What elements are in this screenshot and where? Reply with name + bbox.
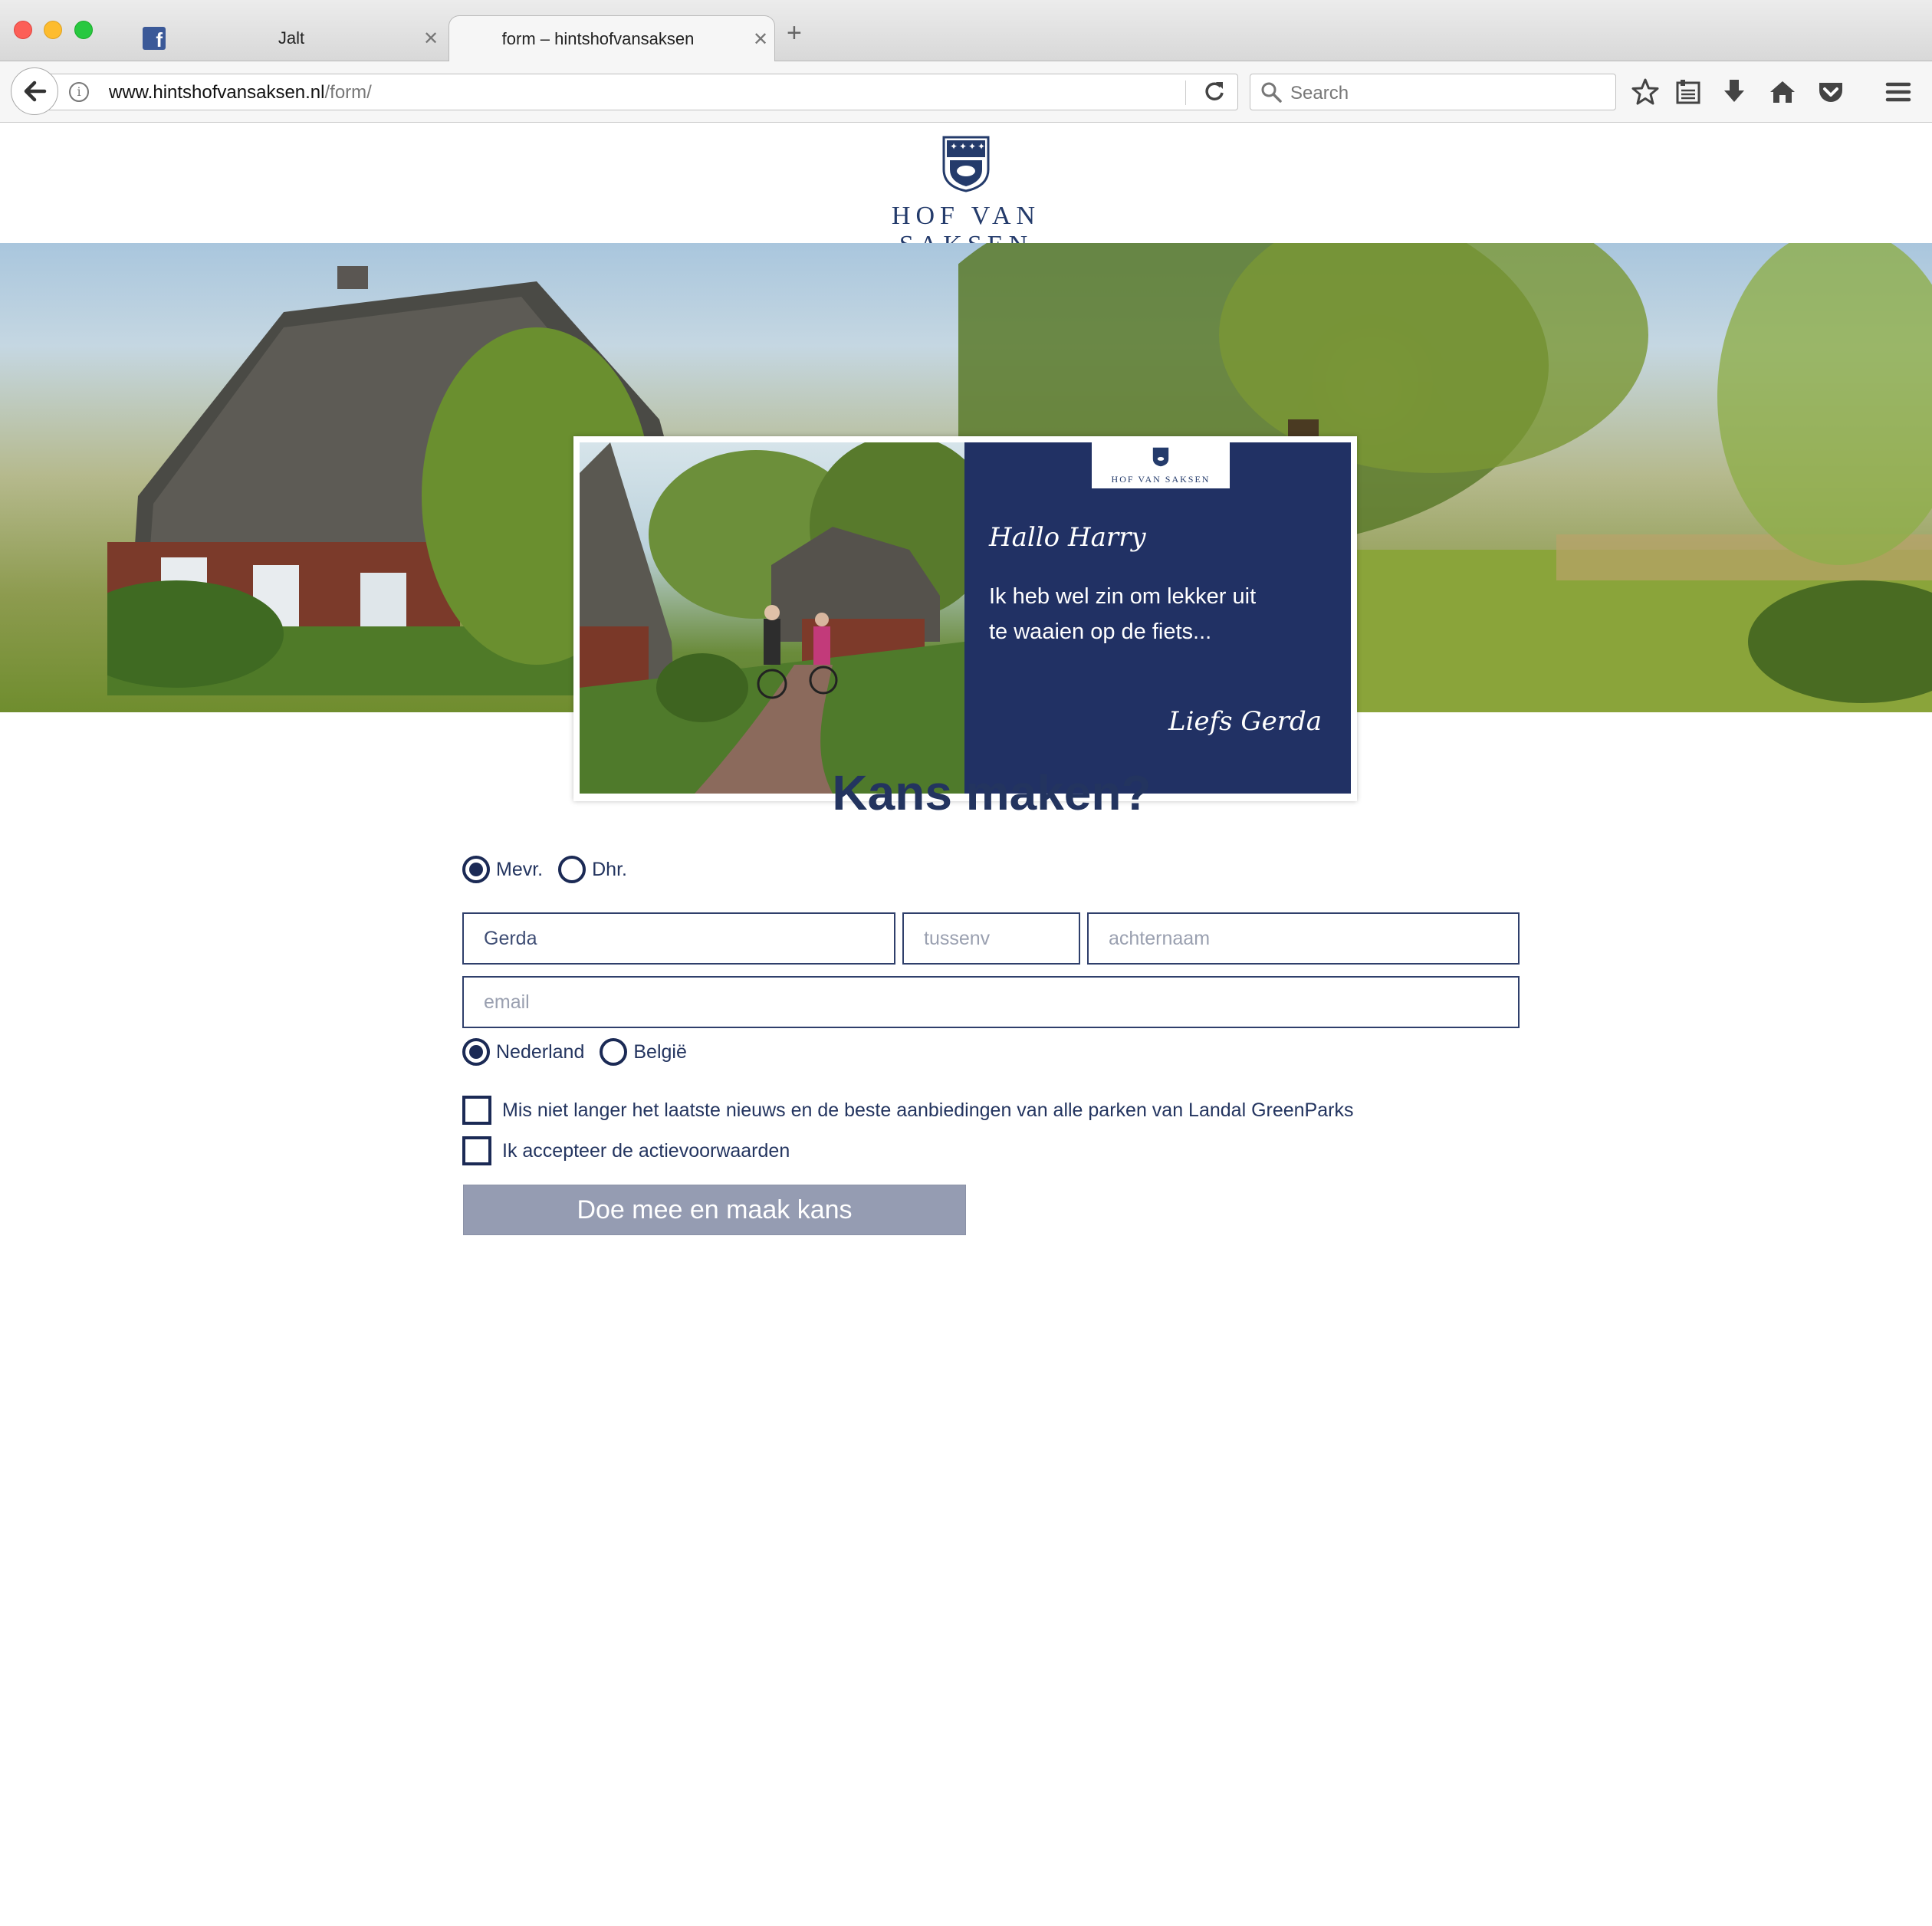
terms-option: Ik accepteer de actievoorwaarden [462,1136,790,1165]
close-window-button[interactable] [14,21,32,39]
back-button[interactable] [11,67,58,115]
svg-text:✦: ✦ [959,141,967,152]
newsletter-label: Mis niet langer het laatste nieuws en de… [502,1099,1354,1121]
postcard-message: HOF VAN SAKSEN Hallo Harry Ik heb wel zi… [964,442,1351,794]
radio-belgie[interactable] [600,1038,628,1066]
radio-mevr[interactable] [462,856,490,883]
middle-name-field[interactable]: tussenv [902,912,1080,965]
crest-icon [1152,447,1169,467]
email-field[interactable]: email [462,976,1520,1028]
terms-label: Ik accepteer de actievoorwaarden [502,1139,790,1162]
first-name-field[interactable]: Gerda [462,912,895,965]
tab-form[interactable]: form – hintshofvansaksen ✕ [449,15,775,62]
radio-nederland-label: Nederland [496,1040,585,1063]
postcard-text: Ik heb wel zin om lekker uit te waaien o… [989,584,1257,644]
postcard: HOF VAN SAKSEN Hallo Harry Ik heb wel zi… [573,436,1357,801]
terms-checkbox[interactable] [462,1136,491,1165]
search-placeholder: Search [1290,83,1349,104]
close-tab-icon[interactable]: ✕ [747,28,774,51]
download-icon[interactable] [1719,77,1750,107]
close-tab-icon[interactable]: ✕ [417,28,445,50]
svg-text:✦: ✦ [978,141,985,152]
back-arrow-icon [24,81,47,102]
browser-tab-bar: f Jalt ✕ form – hintshofvansaksen ✕ + [0,0,1932,62]
search-input[interactable]: Search [1250,74,1616,110]
radio-dhr[interactable] [558,856,586,883]
address-bar[interactable]: i www.hintshofvansaksen.nl/form/ [46,74,1238,110]
maximize-window-button[interactable] [74,21,93,39]
radio-nederland[interactable] [462,1038,490,1066]
home-icon[interactable] [1767,77,1798,107]
new-tab-button[interactable]: + [787,20,802,46]
country-group: Nederland België [462,1038,702,1066]
site-logo[interactable]: ✦✦✦✦ HOF VAN SAKSEN [820,136,1112,259]
reload-icon[interactable] [1201,77,1228,105]
menu-icon[interactable] [1883,77,1914,107]
page-content: ✦✦✦✦ HOF VAN SAKSEN [0,123,1932,1926]
form-title: Kans maken? [832,765,1152,820]
bookmark-star-icon[interactable] [1630,77,1661,107]
search-icon [1261,82,1282,103]
postcard-logo: HOF VAN SAKSEN [1092,442,1230,488]
url-text: www.hintshofvansaksen.nl/form/ [109,82,372,103]
radio-mevr-label: Mevr. [496,858,544,880]
postcard-greeting: Hallo Harry [989,522,1146,553]
salutation-group: Mevr. Dhr. [462,856,642,883]
postcard-signoff: Liefs Gerda [1168,706,1322,737]
last-name-field[interactable]: achternaam [1087,912,1520,965]
facebook-icon: f [143,27,166,50]
svg-text:✦: ✦ [968,141,976,152]
info-icon[interactable]: i [69,82,89,102]
navigation-toolbar: i www.hintshofvansaksen.nl/form/ Search [0,61,1932,123]
tab-title: Jalt [278,28,305,48]
radio-belgie-label: België [633,1040,687,1063]
svg-text:✦: ✦ [950,141,958,152]
radio-dhr-label: Dhr. [592,858,627,880]
tab-title: form – hintshofvansaksen [501,29,695,48]
crest-icon: ✦ ✦ ✦ ✦ [942,136,990,192]
newsletter-option: Mis niet langer het laatste nieuws en de… [462,1096,1353,1125]
newsletter-checkbox[interactable] [462,1096,491,1125]
cyclists-photo [580,442,964,794]
submit-button[interactable]: Doe mee en maak kans [463,1185,966,1235]
pocket-icon[interactable] [1815,77,1846,107]
tab-jalt[interactable]: f Jalt ✕ [130,15,445,61]
minimize-window-button[interactable] [44,21,62,39]
reading-list-icon[interactable] [1673,77,1704,107]
